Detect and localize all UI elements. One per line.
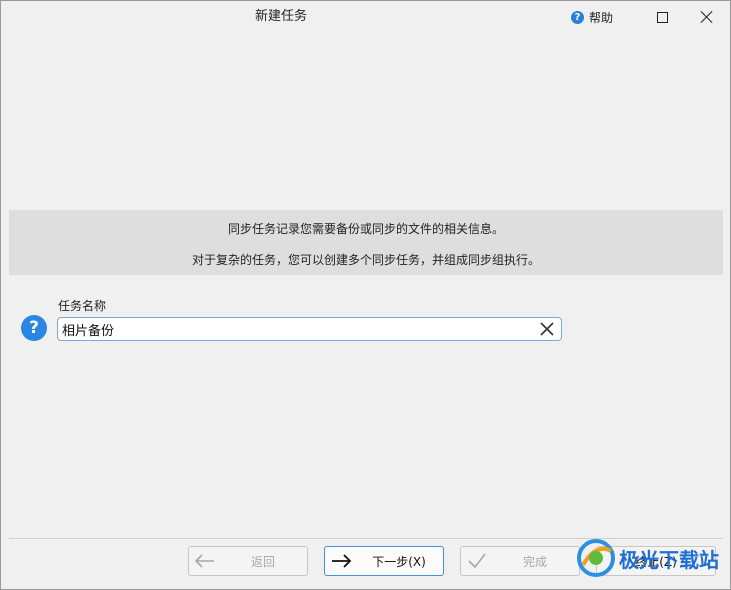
maximize-button[interactable]	[639, 1, 685, 33]
maximize-icon	[656, 11, 668, 23]
info-banner: 同步任务记录您需要备份或同步的文件的相关信息。 对于复杂的任务，您可以创建多个同…	[9, 210, 723, 275]
arrow-left-icon	[194, 554, 214, 568]
next-button[interactable]: 下一步(X)	[324, 546, 444, 576]
finish-label: 完成	[522, 554, 547, 569]
close-button[interactable]	[684, 1, 730, 33]
task-name-field[interactable]	[57, 317, 562, 341]
window-title: 新建任务	[254, 9, 307, 24]
back-label: 返回	[250, 554, 275, 569]
footer-divider	[9, 538, 723, 539]
info-line-1: 同步任务记录您需要备份或同步的文件的相关信息。	[227, 222, 504, 236]
title-bar: 新建任务 ? 帮助	[1, 1, 730, 33]
clear-button[interactable]	[537, 319, 557, 339]
close-icon	[701, 11, 713, 23]
help-button[interactable]: ? 帮助	[567, 7, 617, 27]
arrow-right-icon	[332, 554, 352, 568]
next-label: 下一步(X)	[372, 554, 426, 569]
abort-button[interactable]: 终止(Z)	[596, 546, 716, 576]
question-circle-icon: ?	[571, 10, 584, 24]
question-circle-icon[interactable]: ?	[21, 315, 47, 341]
abort-label: 终止(Z)	[635, 554, 677, 569]
task-name-label: 任务名称	[58, 299, 107, 313]
dialog-window: 新建任务 ? 帮助 同步任务记录您需要备份或同步的文件的相关信息。 对于复杂的任…	[0, 0, 731, 590]
finish-button[interactable]: 完成	[460, 546, 580, 576]
checkmark-icon	[468, 553, 486, 569]
back-button[interactable]: 返回	[188, 546, 308, 576]
clear-x-icon	[540, 322, 554, 336]
help-label: 帮助	[589, 10, 614, 25]
info-line-2: 对于复杂的任务，您可以创建多个同步任务，并组成同步组执行。	[191, 253, 540, 267]
task-name-input[interactable]	[62, 319, 522, 339]
